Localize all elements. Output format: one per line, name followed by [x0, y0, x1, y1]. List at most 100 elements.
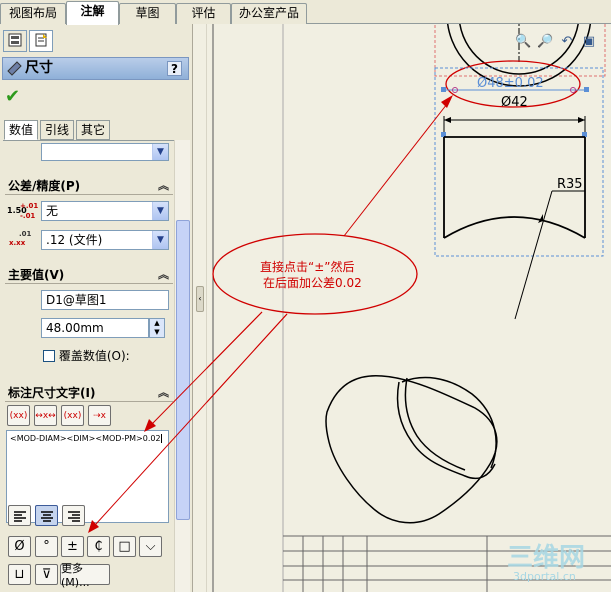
precision-value: .12 (文件)	[46, 233, 103, 247]
property-manager: 尺寸 ? ✔ 数值 引线 其它 ▼ 公差/精度(P) ︽ 1.50 +.01 -…	[0, 24, 193, 592]
primary-header-label: 主要值(V)	[8, 268, 65, 282]
counterbore-symbol-button[interactable]: ⊔	[8, 564, 31, 585]
dimtext-header-label: 标注尺寸文字(I)	[8, 386, 96, 400]
text-cursor	[160, 434, 162, 443]
help-button[interactable]: ?	[167, 61, 182, 76]
align-left-button[interactable]	[8, 505, 31, 526]
collapse-panel-handle[interactable]: ‹	[196, 286, 204, 312]
ok-check-icon[interactable]: ✔	[5, 86, 20, 107]
drawing-sheet: Ø48±0.02 Ø42 R35 直接点击“±”然后 在后面加公差0.02 三维…	[207, 24, 611, 592]
panel-tabs	[0, 30, 193, 52]
plus-minus-symbol-button[interactable]: ±	[61, 536, 84, 557]
override-checkbox[interactable]	[43, 349, 55, 362]
dimension-value-field[interactable]: 48.00mm	[41, 318, 149, 338]
more-symbols-label: 更多(M)...	[61, 562, 90, 589]
tolerance-type-dropdown-icon[interactable]: ▼	[152, 202, 168, 220]
tab-leaders[interactable]: 引线	[40, 120, 75, 140]
inspection-icon: (xx)	[63, 410, 82, 421]
previous-view-icon[interactable]: ↶	[559, 34, 575, 50]
dim-48-label: Ø48±0.02	[477, 76, 544, 91]
zoom-to-area-icon[interactable]: 🔎	[537, 34, 553, 50]
watermark: 三维网 3dportal.cn	[507, 542, 585, 583]
tolerance-type-icon: 1.50 +.01 -.01	[7, 201, 39, 221]
tab-view-layout[interactable]: 视图布局	[0, 3, 66, 24]
square-icon: □	[118, 539, 131, 554]
offset-text-button[interactable]: ⇢x	[88, 405, 111, 426]
precision-icon: .01 x.xx	[7, 229, 35, 249]
diameter-icon: Ø	[14, 539, 25, 554]
override-label: 覆盖数值(O):	[58, 349, 130, 363]
tol-icon-plus: +.01	[20, 202, 39, 210]
tab-evaluate[interactable]: 评估	[176, 3, 231, 24]
primary-value-group-header[interactable]: 主要值(V) ︽	[5, 266, 173, 284]
plus-minus-icon: ±	[67, 539, 78, 554]
grip-left[interactable]	[441, 87, 446, 92]
watermark-logo: 三维网	[507, 542, 585, 573]
grip-right[interactable]	[584, 87, 589, 92]
property-manager-icon	[34, 33, 48, 50]
tab-annotation[interactable]: 注解	[66, 1, 119, 25]
tab-other[interactable]: 其它	[76, 120, 111, 140]
override-value-checkbox-row[interactable]: 覆盖数值(O):	[43, 347, 130, 364]
collapse-icon[interactable]: ︽	[158, 384, 169, 402]
dimension-value-text: 48.00mm	[46, 321, 104, 335]
add-parentheses-button[interactable]: (xx)	[7, 405, 30, 426]
cutoff-field[interactable]: ▼	[41, 143, 169, 161]
align-center-button[interactable]	[35, 505, 58, 526]
drawing-canvas[interactable]: Ø48±0.02 Ø42 R35 直接点击“±”然后 在后面加公差0.02 三维…	[207, 24, 611, 592]
cutoff-dropdown-button[interactable]: ▼	[152, 144, 168, 160]
tolerance-type-value: 无	[46, 204, 59, 218]
dimension-text-group-header[interactable]: 标注尺寸文字(I) ︽	[5, 384, 173, 402]
align-right-button[interactable]	[62, 505, 85, 526]
tab-office-products[interactable]: 办公室产品	[231, 3, 307, 24]
center-dimension-button[interactable]: ↔x↔	[34, 405, 57, 426]
more-symbols-button[interactable]: 更多(M)...	[60, 562, 110, 589]
depth-symbol-button[interactable]: ⊽	[35, 564, 58, 585]
callout-leaders	[207, 95, 453, 403]
scrollbar-thumb[interactable]	[176, 220, 190, 520]
zoom-to-fit-icon[interactable]: 🔍	[515, 34, 531, 50]
callout-line-1: 直接点击“±”然后	[260, 259, 355, 274]
property-manager-tab[interactable]	[29, 30, 53, 52]
display-style-icon[interactable]: ▣	[581, 34, 597, 50]
align-right-icon	[67, 510, 80, 522]
front-view: Ø42 R35	[434, 67, 604, 320]
diameter-symbol-button[interactable]: Ø	[8, 536, 31, 557]
tolerance-group-header[interactable]: 公差/精度(P) ︽	[5, 177, 173, 195]
degree-symbol-button[interactable]: °	[35, 536, 58, 557]
isometric-view	[325, 375, 498, 524]
tolerance-type-select[interactable]: 无 ▼	[41, 201, 169, 221]
tolerance-header-label: 公差/精度(P)	[8, 179, 81, 193]
align-center-icon	[40, 510, 53, 522]
tab-value[interactable]: 数值	[4, 120, 39, 140]
dimension-reference-field[interactable]: D1@草图1	[41, 290, 169, 310]
feature-tree-tab[interactable]	[3, 30, 27, 52]
collapse-icon[interactable]: ︽	[158, 177, 169, 195]
precision-dropdown-icon[interactable]: ▼	[152, 231, 168, 249]
inspection-dimension-button[interactable]: (xx)	[61, 405, 84, 426]
precision-select[interactable]: .12 (文件) ▼	[41, 230, 169, 250]
tab-sketch[interactable]: 草图	[119, 3, 176, 24]
countersink-icon: ⌵	[145, 539, 156, 554]
align-left-icon	[13, 510, 26, 522]
dimension-icon	[7, 61, 22, 83]
pm-scrollbar[interactable]	[174, 140, 190, 592]
centerline-symbol-button[interactable]: ₵	[87, 536, 110, 557]
tol-icon-minus: -.01	[20, 212, 36, 220]
parentheses-icon: (xx)	[9, 410, 28, 421]
value-spinner[interactable]: ▲ ▼	[149, 318, 165, 338]
dimension-reference-value: D1@草图1	[46, 293, 107, 307]
watermark-url: 3dportal.cn	[513, 570, 576, 583]
offset-text-icon: ⇢x	[93, 410, 106, 421]
callout-ellipse	[212, 233, 418, 315]
degree-icon: °	[43, 539, 50, 554]
radius-label: R35	[557, 177, 583, 192]
countersink-symbol-button[interactable]: ⌵	[139, 536, 162, 557]
dimension-text-content: <MOD-DIAM><DIM><MOD-PM>0.02	[10, 434, 161, 443]
centerline-icon: ₵	[94, 539, 103, 554]
panel-splitter[interactable]: ‹	[193, 24, 207, 592]
square-symbol-button[interactable]: □	[113, 536, 136, 557]
counterbore-icon: ⊔	[14, 567, 25, 582]
collapse-icon[interactable]: ︽	[158, 266, 169, 284]
property-manager-title: 尺寸 ?	[2, 57, 189, 80]
